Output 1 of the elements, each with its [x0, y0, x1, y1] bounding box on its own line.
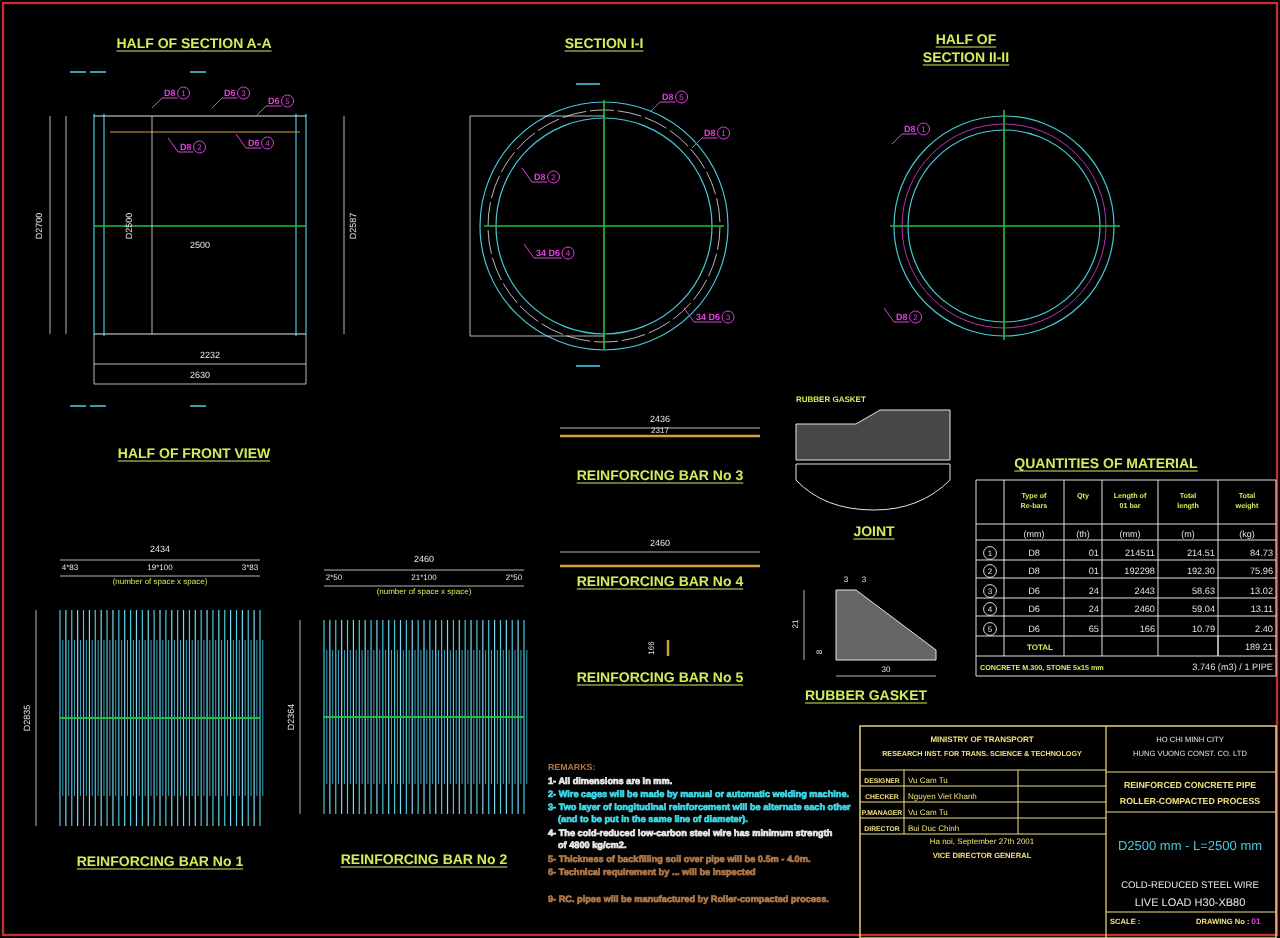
gasket-profile-drawing	[803, 589, 937, 677]
